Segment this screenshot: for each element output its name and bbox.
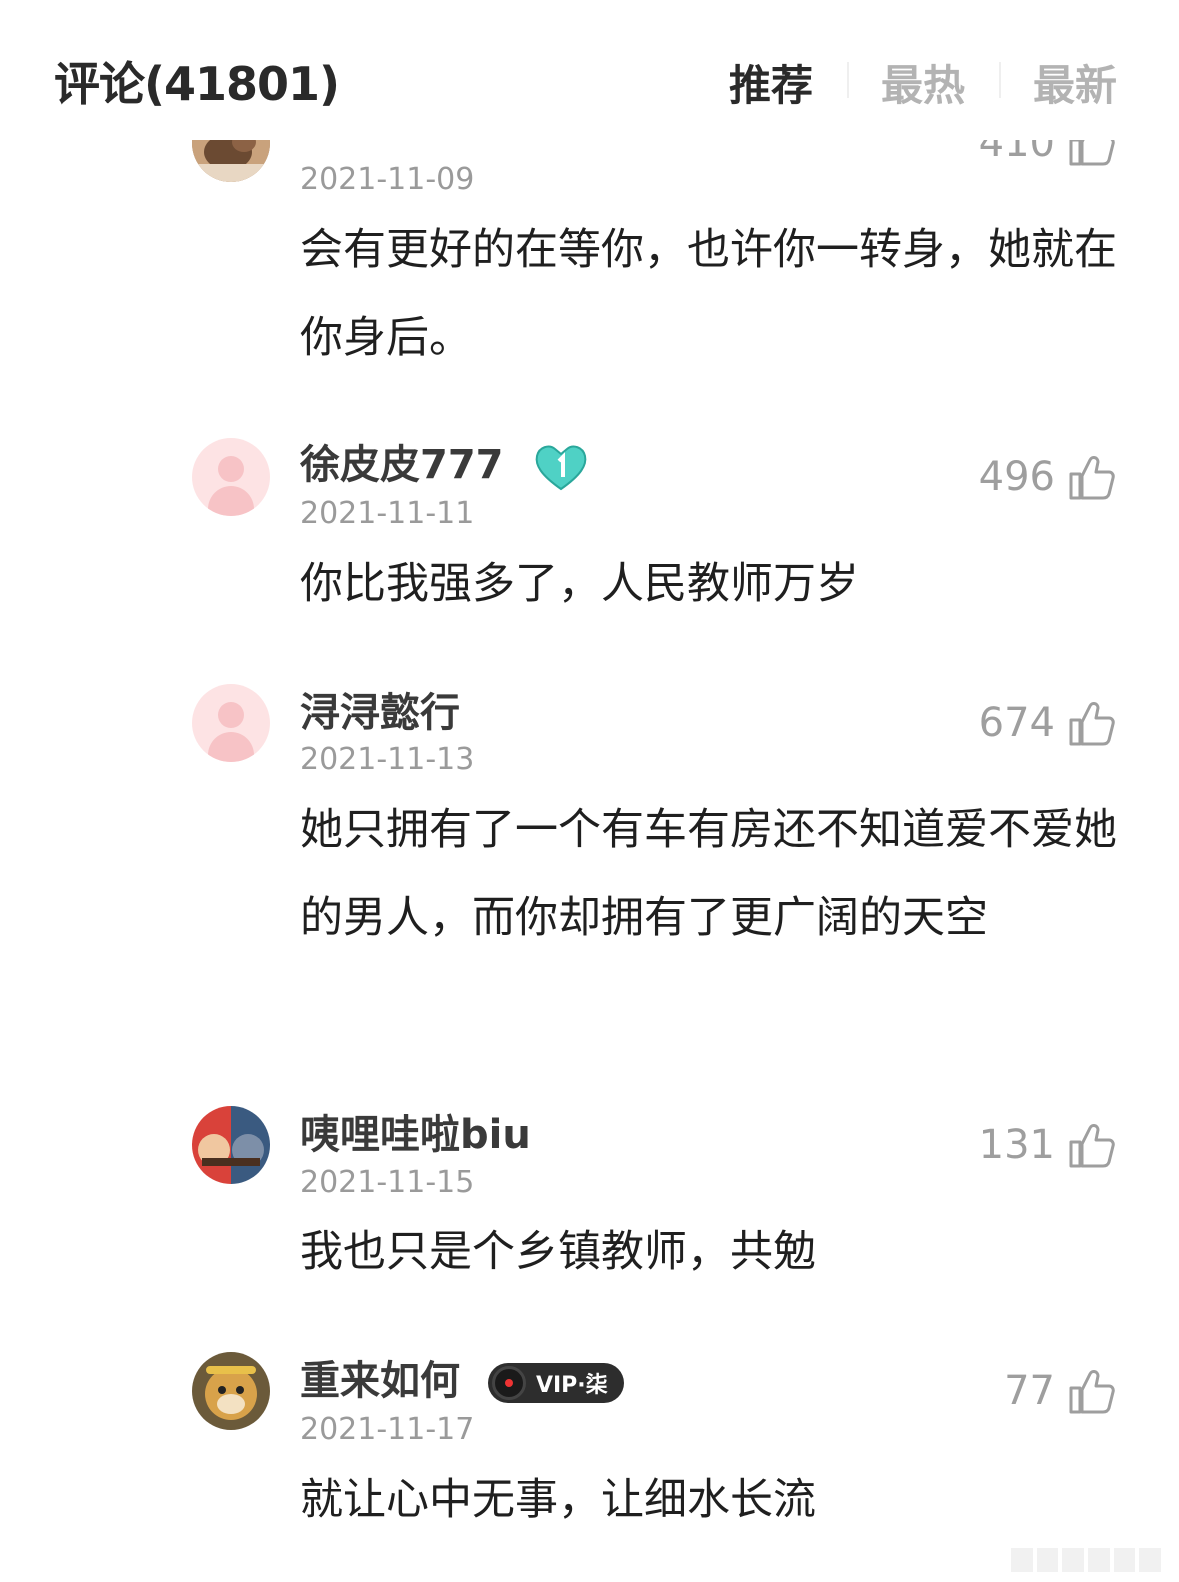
vinyl-disc-icon [491,1366,526,1400]
watermark-block [1062,1548,1085,1572]
comment-date: 2021-11-17 [300,1412,475,1447]
like-button[interactable]: 496 [979,452,1117,502]
comment-list: 410 2021-11-09 会有更好的在等你，也许你一转身，她就在你身后。 徐… [0,0,1179,1582]
like-count: 131 [978,1122,1055,1168]
comment-text: 她只拥有了一个有车有房还不知道爱不爱她的男人，而你却拥有了更广阔的天空 [300,805,1117,943]
tab-newest[interactable]: 最新 [998,52,1117,113]
sort-tabs: 推荐 最热 最新 [695,52,1117,113]
thumbs-up-icon [1069,1124,1115,1168]
like-button[interactable]: 674 [979,698,1117,748]
avatar[interactable] [192,438,270,516]
comment-username[interactable]: 浔浔懿行 [300,680,460,738]
comment-text: 你比我强多了，人民教师万岁 [300,559,859,609]
avatar[interactable] [192,684,270,762]
comment-text: 就让心中无事，让细水长流 [300,1475,816,1525]
default-avatar-head [218,702,244,728]
watermark-block [1088,1548,1110,1572]
page-title: 评论(41801) [54,57,340,111]
thumbs-up-icon [1069,1370,1115,1414]
comment-text: 我也只是个乡镇教师，共勉 [300,1227,816,1277]
username-text: 徐皮皮777 [300,442,504,488]
comment-date: 2021-11-13 [300,742,475,777]
mario-photo-icon [192,1106,270,1184]
vip-badge[interactable]: VIP·柒 [487,1363,624,1403]
avatar[interactable] [192,1106,270,1184]
like-button[interactable]: 77 [1004,1366,1117,1416]
comment-username[interactable]: 重来如何 VIP·柒 [300,1348,624,1406]
like-button[interactable]: 131 [979,1120,1117,1170]
tab-recommended[interactable]: 推荐 [695,52,847,113]
comment-date: 2021-11-15 [300,1165,475,1200]
default-avatar-body [208,486,254,516]
heart-badge-icon [536,445,587,491]
watermark-block [1036,1548,1059,1572]
like-count: 496 [978,454,1055,500]
tab-hottest[interactable]: 最热 [846,52,999,113]
comment-date: 2021-11-11 [300,496,475,531]
thumbs-up-icon [1069,456,1115,500]
like-count: 674 [978,700,1055,746]
default-avatar-head [218,456,244,482]
comment-date: 2021-11-09 [300,162,475,197]
avatar[interactable] [192,1352,270,1430]
thumbs-up-icon [1069,702,1115,746]
comment-text: 会有更好的在等你，也许你一转身，她就在你身后。 [300,225,1117,363]
watermark-block [1139,1548,1162,1572]
like-count: 77 [1004,1368,1055,1414]
username-text: 重来如何 [300,1358,460,1404]
vip-label: VIP·柒 [535,1373,608,1398]
watermark [1011,1548,1162,1572]
comment-username[interactable]: 咦哩哇啦biu [300,1102,531,1160]
comments-header: 评论(41801) 推荐 最热 最新 [0,0,1179,140]
monkey-photo-icon [192,1352,270,1430]
comment-username[interactable]: 徐皮皮777 [300,432,591,493]
watermark-block [1011,1548,1033,1572]
watermark-block [1113,1548,1136,1572]
default-avatar-body [208,732,254,762]
